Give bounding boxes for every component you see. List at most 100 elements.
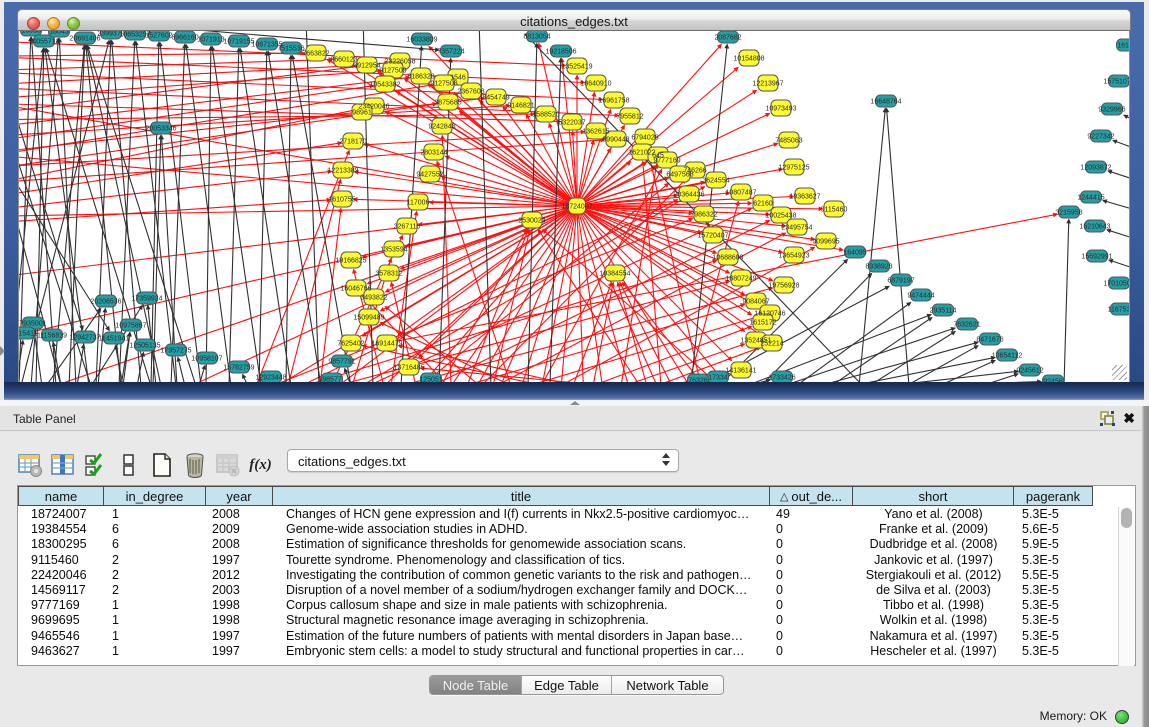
- cell-name: 18724007: [18, 507, 104, 523]
- cell-pagerank: 5.5E-5: [1014, 568, 1093, 584]
- graph-node-label: 13654923: [778, 253, 809, 260]
- column-header-label: pagerank: [1026, 489, 1080, 504]
- table-row[interactable]: 1872400712008Changes of HCN gene express…: [18, 507, 1119, 522]
- graph-node-label: 9777169: [653, 158, 680, 165]
- graph-node-label: 12213389: [327, 168, 358, 175]
- scrollbar-thumb[interactable]: [1121, 508, 1132, 528]
- graph-node-label: 11451941: [99, 336, 130, 343]
- memory-status-icon[interactable]: [1115, 710, 1129, 724]
- tab-edge-table[interactable]: Edge Table: [522, 676, 612, 694]
- graph-edge: [178, 358, 185, 383]
- column-header-pagerank[interactable]: pagerank: [1014, 486, 1093, 506]
- table-header-row: namein_degreeyeartitle△out_de... short pag…: [18, 486, 1093, 506]
- graph-node-label: 3215958: [1055, 210, 1082, 217]
- close-panel-icon[interactable]: ✖: [1123, 410, 1135, 427]
- column-header-out_de[interactable]: △out_de...: [770, 486, 853, 506]
- network-window[interactable]: citations_edges.txt 16058140557131804320…: [17, 9, 1131, 382]
- graph-node-label: 19166825: [335, 258, 366, 265]
- graph-edge: [212, 47, 261, 383]
- graph-node-label: 12093872: [1080, 165, 1111, 172]
- column-header-year[interactable]: year: [206, 486, 273, 506]
- cell-pagerank: 5.3E-5: [1014, 629, 1093, 645]
- graph-edge: [1103, 201, 1130, 212]
- graph-node-label: 20691406: [69, 36, 100, 43]
- graph-node-label: 3578312: [375, 271, 402, 278]
- cell-pagerank: 5.3E-5: [1014, 553, 1093, 569]
- graph-node-label: 6879197: [887, 278, 914, 285]
- graph-node-label: 3912954: [353, 63, 380, 70]
- table-vertical-scrollbar[interactable]: [1118, 507, 1134, 666]
- graph-node-label: 10973493: [765, 106, 796, 113]
- cell-in_degree: 1: [104, 613, 206, 629]
- graph-node-label: 10807487: [725, 190, 756, 197]
- sort-ascending-icon: △: [780, 490, 788, 503]
- table-row[interactable]: 2242004622012Investigating the contribut…: [18, 568, 1119, 583]
- table-row[interactable]: 911546021997Tourette syndrome. Phenomeno…: [18, 553, 1119, 568]
- cell-short: Stergiakouli et al. (2012): [853, 568, 1014, 584]
- window-resize-grip[interactable]: [1112, 365, 1127, 380]
- table-row[interactable]: 1456911722003Disruption of a novel membe…: [18, 583, 1119, 598]
- app-right-edge-top: [1144, 0, 1149, 400]
- cell-title: Corpus callosum shape and size in male p…: [273, 598, 770, 614]
- cell-in_degree: 1: [104, 598, 206, 614]
- table-row[interactable]: 977716911998Corpus callosum shape and si…: [18, 598, 1119, 613]
- graph-node-label: 9474444: [907, 293, 934, 300]
- table-panel-header: Table Panel ✖: [0, 406, 1149, 431]
- table-row[interactable]: 1938455462009Genome-wide association stu…: [18, 522, 1119, 537]
- graph-node-label: 15720407: [697, 233, 728, 240]
- table-row[interactable]: 946362711997Embryonic stem cells: a mode…: [18, 644, 1119, 659]
- cell-year: 2008: [206, 537, 273, 553]
- graph-node-label: 9329966: [1098, 107, 1125, 114]
- cell-pagerank: 5.3E-5: [1014, 598, 1093, 614]
- table-settings-button[interactable]: [16, 449, 43, 481]
- graph-node-label: 13525419: [561, 64, 592, 71]
- column-header-name[interactable]: name: [18, 486, 104, 506]
- column-header-in_degree[interactable]: in_degree: [104, 486, 206, 506]
- graph-node-label: 9127508: [430, 81, 457, 88]
- graph-node-label: 9084067: [742, 299, 769, 306]
- graph-node-label: 8938923: [865, 264, 892, 271]
- cell-year: 2012: [206, 568, 273, 584]
- tab-network-table[interactable]: Network Table: [612, 676, 723, 694]
- network-canvas[interactable]: 1605814055713180432069140623993791065325…: [18, 31, 1130, 382]
- cell-year: 2009: [206, 522, 273, 538]
- graph-node-label: 3267110: [394, 224, 421, 231]
- node-table: namein_degreeyeartitle△out_de... short pag…: [17, 485, 1136, 666]
- column-header-title[interactable]: title: [273, 486, 770, 506]
- cell-name: 14569117: [18, 583, 104, 599]
- float-panel-icon[interactable]: [1100, 411, 1115, 426]
- cell-name: 9463627: [18, 644, 104, 660]
- show-columns-button[interactable]: [49, 449, 76, 481]
- collapsed-panel-arrow-icon[interactable]: [0, 346, 5, 356]
- graph-edge: [783, 328, 955, 382]
- cell-pagerank: 5.3E-5: [1014, 613, 1093, 629]
- column-header-short[interactable]: short: [853, 486, 1014, 506]
- table-panel-body: f(x) citations_edges.txt namein_degreeye…: [0, 432, 1141, 727]
- table-selector-combobox[interactable]: citations_edges.txt: [287, 449, 679, 472]
- cell-title: Genome-wide association studies in ADHD.: [273, 522, 770, 538]
- app-right-edge-scroll-strip: [1141, 406, 1149, 727]
- function-builder-button[interactable]: f(x): [247, 449, 274, 481]
- row-height-button[interactable]: [115, 449, 142, 481]
- graph-node-label: 9115460: [821, 207, 848, 214]
- table-row[interactable]: 946554611997Estimation of the future num…: [18, 629, 1119, 644]
- tab-node-table[interactable]: Node Table: [430, 676, 522, 694]
- graph-node-label: 12975125: [778, 165, 809, 172]
- delete-button[interactable]: [181, 449, 208, 481]
- graph-node-label: 16210643: [1079, 224, 1110, 231]
- cell-out_de: 0: [770, 553, 853, 569]
- import-table-disabled-button[interactable]: [214, 449, 241, 481]
- new-file-button[interactable]: [148, 449, 175, 481]
- graph-node-label: 16648764: [870, 99, 901, 106]
- network-window-titlebar[interactable]: citations_edges.txt: [17, 9, 1131, 31]
- select-functions-button[interactable]: [82, 449, 109, 481]
- table-row[interactable]: 969969511998Structural magnetic resonanc…: [18, 613, 1119, 628]
- table-row[interactable]: 1830029562008Estimation of significance …: [18, 537, 1119, 552]
- column-header-label: short: [919, 489, 948, 504]
- divider-collapse-handle[interactable]: [570, 401, 580, 405]
- graph-node-label: 7515536: [277, 46, 304, 53]
- graph-node-label: 7625402: [337, 341, 364, 348]
- cell-pagerank: 5.3E-5: [1014, 583, 1093, 599]
- cell-title: Structural magnetic resonance image aver…: [273, 613, 770, 629]
- cell-pagerank: 5.9E-5: [1014, 537, 1093, 553]
